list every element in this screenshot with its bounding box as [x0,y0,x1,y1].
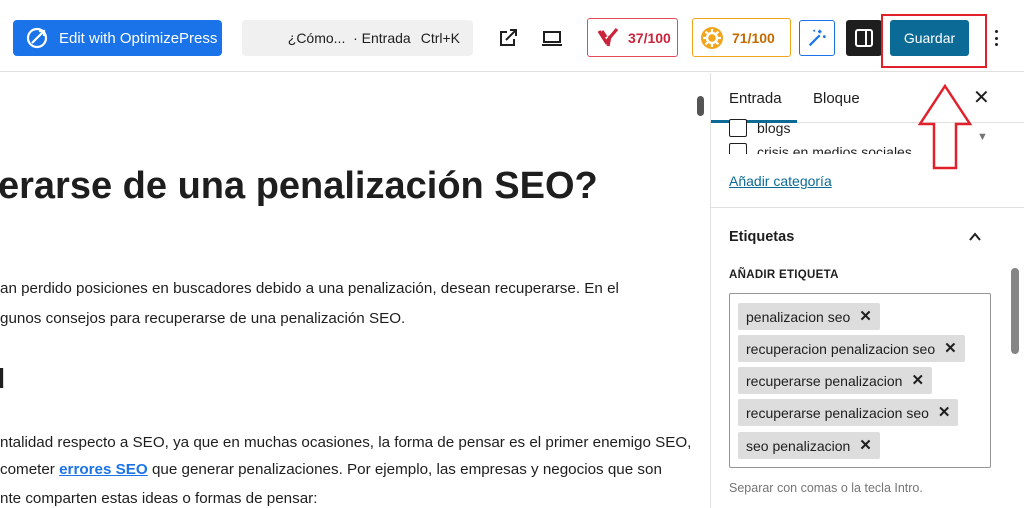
paragraph-line[interactable]: nte comparten estas ideas o formas de pe… [0,490,317,507]
edit-with-optimizepress-label: Edit with OptimizePress [59,29,218,47]
paragraph-line[interactable]: ntalidad respecto a SEO, ya que en mucha… [0,434,691,451]
tab-post[interactable]: Entrada [729,90,782,107]
seo-score-value: 37/100 [628,29,671,46]
tag-chip: recuperarse penalizacion ✕ [738,367,933,394]
tag-chip: seo penalizacion ✕ [738,432,880,459]
chevron-up-icon[interactable] [968,230,982,244]
seo-score-button[interactable]: 37/100 [587,18,678,57]
readability-score-value: 71/100 [732,29,775,46]
tag-label: penalizacion seo [746,308,851,325]
readability-gear-icon [701,26,723,49]
category-scroll-down-icon[interactable]: ▼ [977,131,988,143]
errores-seo-link[interactable]: errores SEO [59,461,148,478]
paragraph-text: que generar penalizaciones. Por ejemplo,… [147,461,662,478]
tag-label: seo penalizacion [746,437,851,454]
category-label: blogs [757,120,791,136]
edit-with-optimizepress-button[interactable]: Edit with OptimizePress [13,20,222,56]
settings-sidebar: Entrada Bloque ✕ blogs crisis en medios … [710,73,1024,508]
category-label: crisis en medios sociales [757,144,912,160]
section-heading[interactable]: d [0,363,5,395]
tag-chip: penalizacion seo ✕ [738,303,880,330]
tag-input-field[interactable]: penalizacion seo ✕ recuperacion penaliza… [729,293,991,468]
remove-tag-icon[interactable]: ✕ [911,373,924,388]
yoast-seo-icon [597,27,619,46]
post-title[interactable]: erarse de una penalización SEO? [0,165,598,208]
remove-tag-icon[interactable]: ✕ [944,341,957,356]
paragraph-line[interactable]: an perdido posiciones en buscadores debi… [0,280,619,297]
editor-canvas[interactable]: erarse de una penalización SEO? an perdi… [0,73,696,508]
command-bar-title: ¿Cómo... · Entrada [287,30,411,46]
remove-tag-icon[interactable]: ✕ [938,405,951,420]
checkbox[interactable] [729,119,747,137]
settings-sidebar-toggle[interactable] [846,20,882,56]
sidebar-toggle-icon [855,29,873,47]
magic-wand-icon [808,29,826,47]
paragraph-text: cometer [0,461,60,478]
save-highlight-box [881,14,987,68]
category-checkbox-row[interactable]: blogs [729,119,790,137]
command-bar-shortcut: Ctrl+K [420,30,460,46]
remove-tag-icon[interactable]: ✕ [859,309,872,324]
tag-chip: recuperacion penalizacion seo ✕ [738,335,965,362]
section-divider [711,207,1024,208]
add-category-link[interactable]: Añadir categoría [729,173,832,189]
optimizepress-logo-icon [26,27,48,49]
more-vertical-icon[interactable] [986,28,1006,48]
paragraph-line[interactable]: cometer errores SEO que generar penaliza… [0,461,662,478]
tag-help-text: Separar con comas o la tecla Intro. [729,481,923,495]
checkbox[interactable] [729,143,747,154]
laptop-preview-icon[interactable] [540,26,564,50]
add-tag-label: AÑADIR ETIQUETA [729,269,839,281]
sidebar-tabs: Entrada Bloque ✕ [711,73,1024,123]
sidebar-scrollbar[interactable] [1011,268,1019,354]
tab-block[interactable]: Bloque [813,90,860,107]
tags-section-title[interactable]: Etiquetas [729,229,794,245]
tag-label: recuperarse penalizacion [746,372,903,389]
paragraph-line[interactable]: gunos consejos para recuperarse de una p… [0,310,405,327]
annotation-arrow-icon [917,84,973,170]
tag-label: recuperarse penalizacion seo [746,404,929,421]
editor-scrollbar[interactable] [697,96,704,116]
remove-tag-icon[interactable]: ✕ [859,438,872,453]
readability-score-button[interactable]: 71/100 [692,18,791,57]
command-palette-bar[interactable]: ¿Cómo... · Entrada Ctrl+K [242,20,473,56]
close-sidebar-icon[interactable]: ✕ [973,88,990,108]
ai-assistant-button[interactable] [799,20,835,56]
tag-label: recuperacion penalizacion seo [746,340,936,357]
tag-chip: recuperarse penalizacion seo ✕ [738,399,959,426]
external-link-icon[interactable] [496,26,520,50]
editor-toolbar: Edit with OptimizePress ¿Cómo... · Entra… [0,0,1024,72]
category-checkbox-row[interactable]: crisis en medios sociales [729,143,912,160]
